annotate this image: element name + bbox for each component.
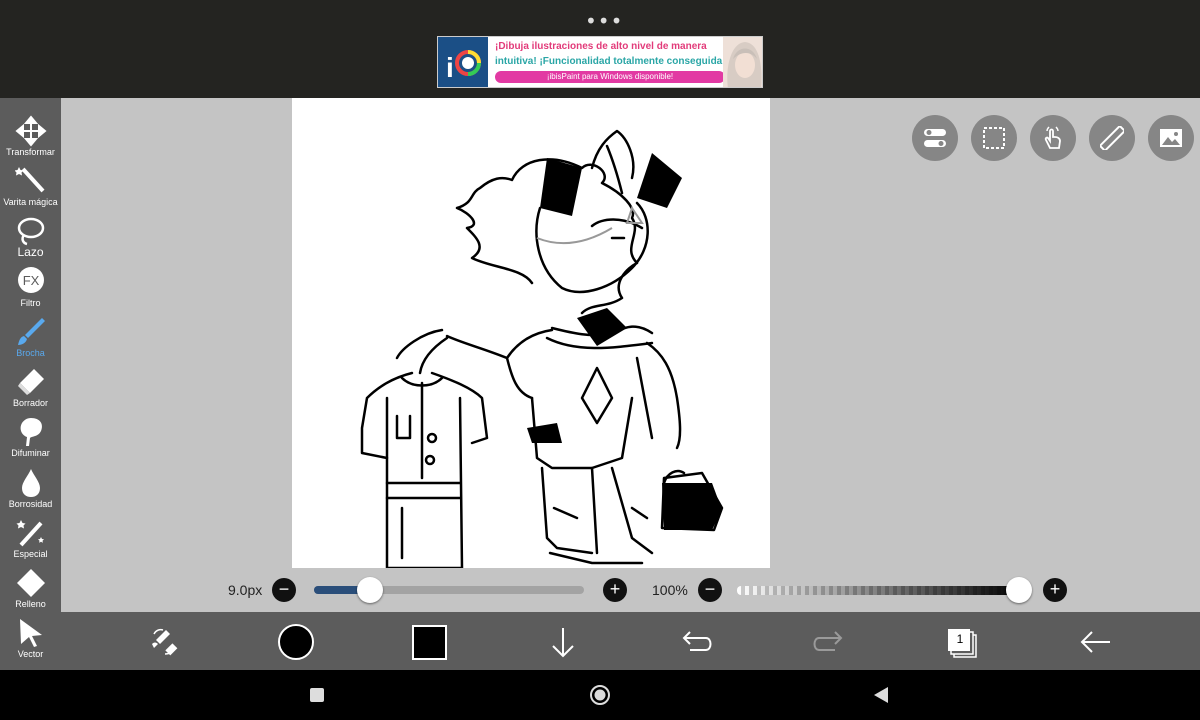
- tool-transform[interactable]: Transformar: [0, 115, 61, 165]
- blur-icon: [0, 416, 61, 448]
- hand-icon: [1044, 126, 1061, 149]
- system-nav-bar: [0, 670, 1200, 720]
- ad-character-image: [723, 37, 762, 87]
- layer-count: 1: [956, 632, 964, 646]
- brush-size-slider-thumb[interactable]: [357, 577, 383, 603]
- size-decrease-button[interactable]: −: [272, 578, 296, 602]
- fx-icon: FX: [0, 266, 61, 298]
- special-icon: [0, 517, 61, 549]
- ibispaint-logo: i: [438, 37, 488, 87]
- undo-icon: [682, 631, 712, 651]
- arrow-left-icon: [1080, 631, 1110, 653]
- ad-banner[interactable]: i ¡Dibuja ilustraciones de alto nivel de…: [437, 36, 763, 88]
- back-button[interactable]: [1076, 622, 1116, 662]
- drawing-canvas[interactable]: [292, 98, 770, 570]
- tool-label: Filtro: [20, 298, 41, 308]
- tool-label: Lazo: [17, 245, 44, 259]
- tool-label: Borrador: [12, 398, 48, 408]
- ad-headline: ¡Dibuja ilustraciones de alto nivel de m…: [495, 41, 707, 52]
- tool-label: Brocha: [16, 348, 45, 358]
- tool-vector[interactable]: Vector: [0, 617, 61, 667]
- redo-button[interactable]: [809, 622, 849, 662]
- ruler-icon: [1100, 126, 1124, 150]
- move-icon: [0, 115, 61, 147]
- bottom-toolbar: [61, 612, 1200, 670]
- fill-icon: [0, 567, 61, 599]
- download-button[interactable]: [543, 622, 583, 662]
- back-nav-icon[interactable]: [872, 686, 890, 704]
- plus-icon: +: [609, 579, 621, 599]
- tool-label: Vector: [17, 649, 44, 659]
- minus-icon: −: [278, 579, 290, 599]
- opacity-slider-track[interactable]: [737, 586, 1021, 595]
- image-button[interactable]: [1148, 115, 1194, 161]
- more-menu-icon[interactable]: •••: [585, 9, 623, 33]
- ad-subheadline: intuitiva! ¡Funcionalidad totalmente con…: [495, 56, 726, 67]
- plus-icon: +: [1049, 579, 1061, 599]
- selection-icon: [983, 127, 1005, 149]
- tool-fill[interactable]: Relleno: [0, 567, 61, 617]
- arrow-down-icon: [552, 628, 574, 658]
- brush-eraser-swap-icon: [152, 628, 178, 656]
- drop-icon: [0, 467, 61, 499]
- tool-label: Difuminar: [11, 448, 50, 458]
- opacity-label: 100%: [652, 582, 688, 598]
- tool-eraser[interactable]: Borrador: [0, 366, 61, 416]
- opacity-slider-thumb[interactable]: [1006, 577, 1032, 603]
- vector-icon: [0, 617, 61, 649]
- brush-color-button[interactable]: [278, 624, 314, 660]
- redo-icon: [813, 631, 843, 651]
- size-increase-button[interactable]: +: [603, 578, 627, 602]
- tool-magic-wand[interactable]: Varita mágica: [0, 165, 61, 215]
- tool-filter[interactable]: FX Filtro: [0, 266, 61, 316]
- ad-cta[interactable]: ¡ibisPaint para Windows disponible!: [495, 71, 725, 83]
- opacity-decrease-button[interactable]: −: [698, 578, 722, 602]
- opacity-increase-button[interactable]: +: [1043, 578, 1067, 602]
- undo-button[interactable]: [676, 622, 716, 662]
- minus-icon: −: [704, 579, 716, 599]
- fx-icon-text: FX: [22, 273, 39, 288]
- touch-button[interactable]: [1030, 115, 1076, 161]
- settings-toggle-button[interactable]: [912, 115, 958, 161]
- toggle-icon: [924, 129, 946, 147]
- tool-label: Transformar: [6, 147, 55, 157]
- tool-label: Especial: [13, 549, 48, 559]
- top-bar: ••• i ¡Dibuja ilustraciones de alto nive…: [0, 0, 1200, 98]
- tool-brush[interactable]: Brocha: [0, 316, 61, 366]
- brush-icon: [0, 316, 61, 348]
- magic-wand-icon: [0, 165, 61, 197]
- brush-size-label: 9.0px: [228, 582, 263, 598]
- tool-lasso[interactable]: Lazo: [0, 215, 61, 265]
- tool-special[interactable]: Especial: [0, 517, 61, 567]
- color-picker-button[interactable]: [412, 625, 447, 660]
- svg-text:i: i: [446, 52, 454, 83]
- swap-tool-button[interactable]: [144, 622, 184, 662]
- eraser-icon: [0, 366, 61, 398]
- home-icon[interactable]: [589, 684, 611, 706]
- recents-icon[interactable]: [309, 687, 325, 703]
- tool-label: Relleno: [15, 599, 46, 609]
- lasso-icon: [0, 215, 61, 247]
- sketch-drawing: [360, 129, 724, 570]
- tool-blur[interactable]: Borrosidad: [0, 467, 61, 517]
- tool-smudge[interactable]: Difuminar: [0, 416, 61, 466]
- tool-label: Varita mágica: [3, 197, 58, 207]
- ruler-button[interactable]: [1089, 115, 1135, 161]
- image-icon: [1160, 129, 1182, 147]
- selection-button[interactable]: [971, 115, 1017, 161]
- tool-label: Borrosidad: [8, 499, 53, 509]
